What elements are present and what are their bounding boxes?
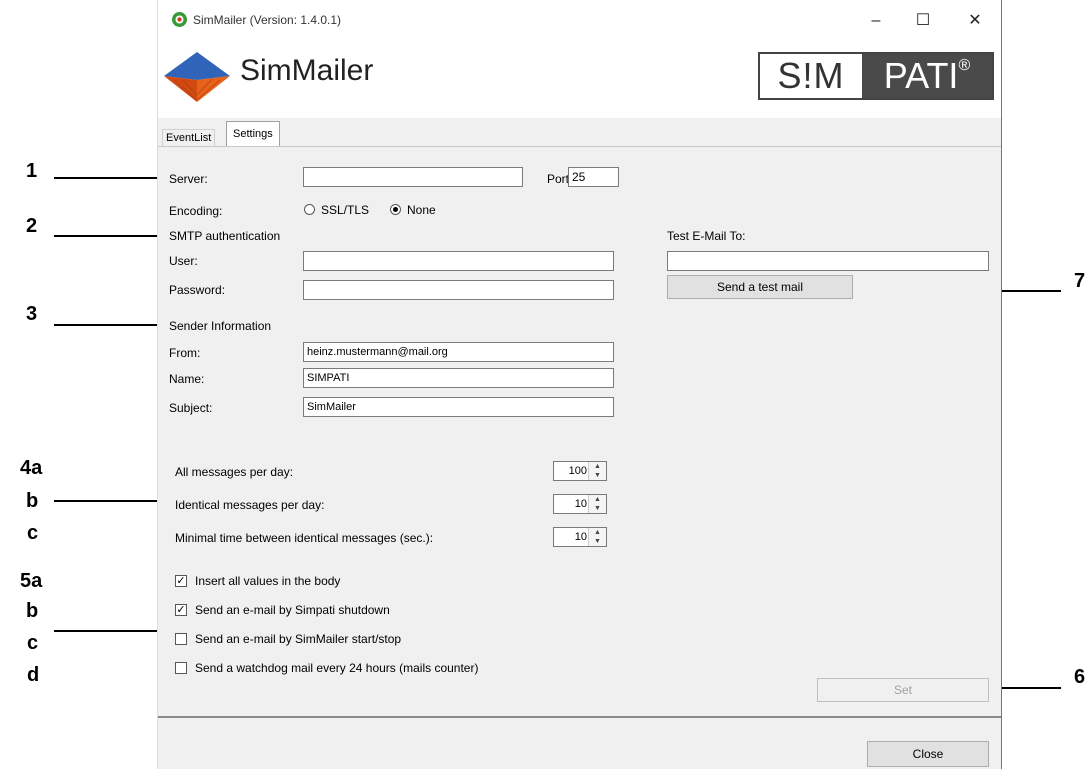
server-label: Server: xyxy=(169,172,208,186)
insert-values-label: Insert all values in the body xyxy=(195,574,341,588)
annotation-3: 3 xyxy=(26,303,38,325)
app-header: SimMailer S!M PATI® xyxy=(158,40,1001,118)
annotation-line-3 xyxy=(54,324,157,326)
stepper-arrows-icon[interactable]: ▲ ▼ xyxy=(588,495,606,513)
name-label: Name: xyxy=(169,372,205,386)
annotation-5a: 5a xyxy=(20,570,43,592)
shutdown-mail-label: Send an e-mail by Simpati shutdown xyxy=(195,603,390,617)
identical-messages-value: 10 xyxy=(574,498,587,510)
app-icon xyxy=(172,12,187,27)
brand-registered-mark: ® xyxy=(958,57,971,74)
brand-left-text: S!M xyxy=(777,55,845,96)
shutdown-mail-checkbox[interactable]: ✓ xyxy=(175,604,187,616)
annotation-4c: c xyxy=(27,522,39,544)
brand-right-text: PATI xyxy=(883,55,959,96)
encoding-ssl-radio[interactable] xyxy=(304,204,315,215)
minimize-button[interactable]: – xyxy=(861,8,891,34)
annotation-5c: c xyxy=(27,632,39,654)
stepper-arrows-icon[interactable]: ▲ ▼ xyxy=(588,462,606,480)
encoding-none-radio[interactable] xyxy=(390,204,401,215)
annotation-1: 1 xyxy=(26,160,38,182)
footer-bar: Close xyxy=(158,718,1001,769)
server-input[interactable] xyxy=(303,167,523,187)
all-messages-stepper[interactable]: 100 ▲ ▼ xyxy=(553,461,607,481)
annotation-line-4 xyxy=(54,500,157,502)
identical-messages-stepper[interactable]: 10 ▲ ▼ xyxy=(553,494,607,514)
tab-settings[interactable]: Settings xyxy=(226,121,280,146)
title-bar: SimMailer (Version: 1.4.0.1) – ☐ ✕ xyxy=(158,0,1001,40)
from-label: From: xyxy=(169,346,201,360)
minimal-time-label: Minimal time between identical messages … xyxy=(175,531,434,545)
sender-info-heading: Sender Information xyxy=(169,319,272,333)
settings-panel: Server: Port: 25 Encoding: SSL/TLS None … xyxy=(158,146,1001,716)
simmailer-logo-icon xyxy=(164,52,230,102)
annotation-line-5 xyxy=(54,630,157,632)
minimal-time-value: 10 xyxy=(574,531,587,543)
password-label: Password: xyxy=(169,283,226,297)
minimal-time-stepper[interactable]: 10 ▲ ▼ xyxy=(553,527,607,547)
app-window: SimMailer (Version: 1.4.0.1) – ☐ ✕ SimMa… xyxy=(157,0,1002,769)
startstop-mail-label: Send an e-mail by SimMailer start/stop xyxy=(195,632,402,646)
user-input[interactable] xyxy=(303,251,614,271)
annotation-line-1 xyxy=(54,177,157,179)
watchdog-mail-label: Send a watchdog mail every 24 hours (mai… xyxy=(195,661,479,675)
watchdog-mail-checkbox[interactable] xyxy=(175,662,187,674)
brand-right-box: PATI® xyxy=(862,54,992,98)
smtp-auth-heading: SMTP authentication xyxy=(169,229,281,243)
annotation-5b: b xyxy=(26,600,39,622)
tab-strip: EventList Settings xyxy=(158,118,1001,146)
port-input[interactable]: 25 xyxy=(568,167,619,187)
encoding-none-label: None xyxy=(407,203,436,217)
test-email-input[interactable] xyxy=(667,251,989,271)
app-name: SimMailer xyxy=(240,54,374,87)
user-label: User: xyxy=(169,254,198,268)
stepper-arrows-icon[interactable]: ▲ ▼ xyxy=(588,528,606,546)
subject-input[interactable]: SimMailer xyxy=(303,397,614,417)
all-messages-value: 100 xyxy=(568,465,587,477)
test-email-label: Test E-Mail To: xyxy=(667,229,746,243)
identical-messages-label: Identical messages per day: xyxy=(175,498,325,512)
subject-label: Subject: xyxy=(169,401,213,415)
annotation-2: 2 xyxy=(26,215,38,237)
set-button[interactable]: Set xyxy=(817,678,989,702)
startstop-mail-checkbox[interactable] xyxy=(175,633,187,645)
name-input[interactable]: SIMPATI xyxy=(303,368,614,388)
annotation-4b: b xyxy=(26,490,39,512)
annotation-7: 7 xyxy=(1074,270,1086,292)
insert-values-checkbox[interactable]: ✓ xyxy=(175,575,187,587)
send-test-mail-button[interactable]: Send a test mail xyxy=(667,275,853,299)
annotation-4a: 4a xyxy=(20,457,43,479)
close-window-button[interactable]: ✕ xyxy=(960,8,990,34)
close-button[interactable]: Close xyxy=(867,741,989,767)
all-messages-label: All messages per day: xyxy=(175,465,294,479)
encoding-ssl-label: SSL/TLS xyxy=(321,203,370,217)
annotation-5d: d xyxy=(27,664,40,686)
maximize-button[interactable]: ☐ xyxy=(908,8,938,34)
annotation-line-2 xyxy=(54,235,157,237)
annotation-6: 6 xyxy=(1074,666,1086,688)
from-input[interactable]: heinz.mustermann@mail.org xyxy=(303,342,614,362)
simpati-logo: S!M PATI® xyxy=(758,52,994,100)
encoding-label: Encoding: xyxy=(169,204,223,218)
window-title: SimMailer (Version: 1.4.0.1) xyxy=(193,13,342,27)
password-input[interactable] xyxy=(303,280,614,300)
tab-eventlist[interactable]: EventList xyxy=(162,129,216,146)
